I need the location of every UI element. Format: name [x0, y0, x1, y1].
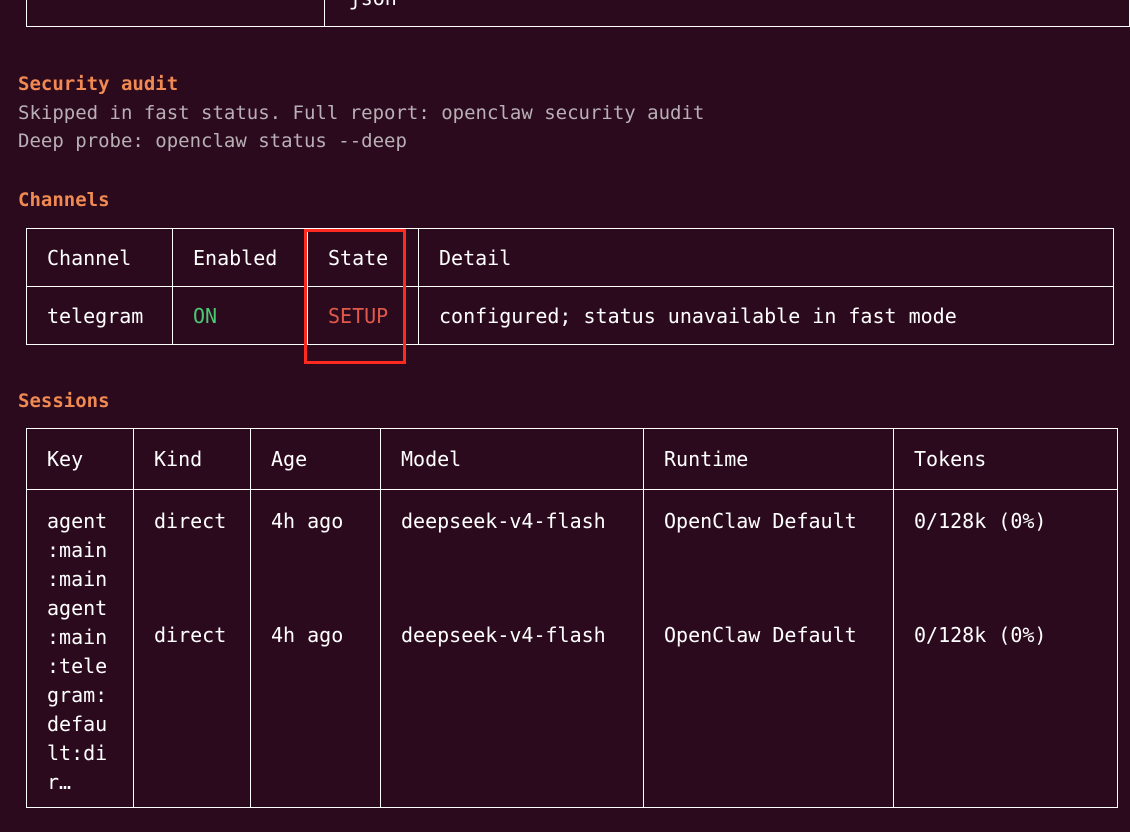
session-key-line: gram:: [47, 683, 108, 707]
column-header-channel: Channel: [26, 228, 173, 287]
session-model: deepseek-v4-flash: [401, 623, 606, 647]
session-tokens: 0/128k (0%): [914, 509, 1047, 533]
previous-table-fragment: json: [26, 0, 1130, 27]
session-kind: direct: [154, 509, 227, 533]
previous-table-cell: [26, 0, 325, 27]
sessions-title: Sessions: [18, 390, 110, 412]
session-key-line: :main: [47, 538, 108, 562]
previous-table-cell: json: [323, 0, 1130, 27]
session-runtime: OpenClaw Default: [664, 509, 857, 533]
table-row: agent :main :main agent :main :tele gram…: [26, 489, 1118, 808]
highlight-box: [304, 229, 406, 364]
session-runtime: OpenClaw Default: [664, 623, 857, 647]
previous-table-text: json: [349, 0, 397, 10]
session-model: deepseek-v4-flash: [401, 509, 606, 533]
session-key-line: r…: [47, 770, 72, 794]
sessions-table: Key Kind Age Model Runtime Tokens agent …: [26, 428, 1118, 808]
session-key-line: :main: [47, 567, 108, 591]
security-audit-line-1: Skipped in fast status. Full report: ope…: [18, 102, 705, 124]
session-model-cell: deepseek-v4-flash deepseek-v4-flash: [380, 489, 644, 808]
session-age: 4h ago: [271, 623, 344, 647]
channel-cell: telegram: [26, 286, 173, 345]
channels-title: Channels: [18, 189, 110, 211]
column-header-enabled: Enabled: [172, 228, 308, 287]
session-key-cell: agent :main :main agent :main :tele gram…: [26, 489, 134, 808]
session-key-line: agent: [47, 596, 108, 620]
table-row: telegram ON SETUP configured; status una…: [26, 286, 1114, 345]
column-header-detail: Detail: [418, 228, 1114, 287]
session-tokens: 0/128k (0%): [914, 623, 1047, 647]
security-audit-title: Security audit: [18, 73, 179, 95]
column-header-tokens: Tokens: [893, 428, 1118, 490]
enabled-cell: ON: [172, 286, 308, 345]
session-key-line: agent: [47, 509, 108, 533]
session-tokens-cell: 0/128k (0%) 0/128k (0%): [893, 489, 1118, 808]
session-key-line: :main: [47, 625, 108, 649]
session-kind: direct: [154, 623, 227, 647]
security-audit-line-2: Deep probe: openclaw status --deep: [18, 130, 407, 152]
column-header-age: Age: [250, 428, 381, 490]
column-header-key: Key: [26, 428, 134, 490]
channels-header-row: Channel Enabled State Detail: [26, 228, 1114, 287]
column-header-runtime: Runtime: [643, 428, 894, 490]
channels-table: Channel Enabled State Detail telegram ON…: [26, 228, 1114, 345]
session-age: 4h ago: [271, 509, 344, 533]
sessions-header-row: Key Kind Age Model Runtime Tokens: [26, 428, 1118, 490]
column-header-model: Model: [380, 428, 644, 490]
detail-cell: configured; status unavailable in fast m…: [418, 286, 1114, 345]
session-key-line: defau: [47, 712, 108, 736]
session-key-line: :tele: [47, 654, 108, 678]
session-key-line: lt:di: [47, 741, 108, 765]
session-runtime-cell: OpenClaw Default OpenClaw Default: [643, 489, 894, 808]
column-header-kind: Kind: [133, 428, 251, 490]
session-kind-cell: direct direct: [133, 489, 251, 808]
session-age-cell: 4h ago 4h ago: [250, 489, 381, 808]
